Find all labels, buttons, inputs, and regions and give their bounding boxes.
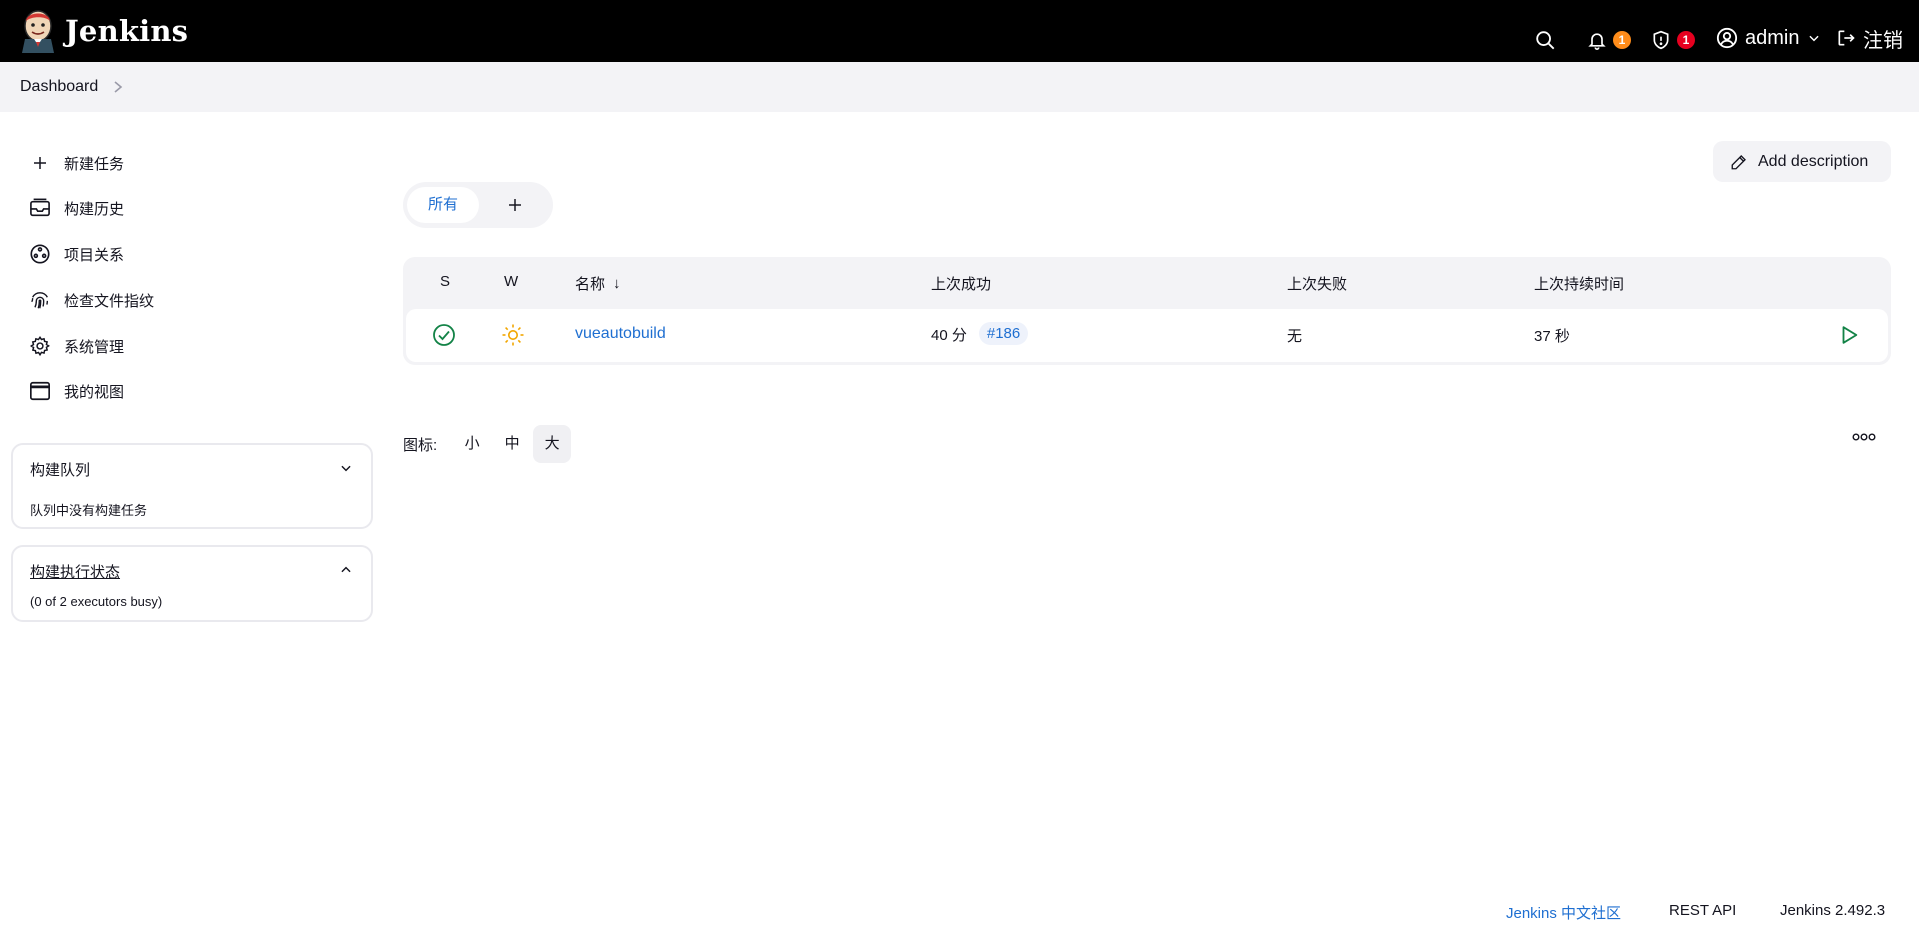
icon-size-large[interactable]: 大 <box>533 425 572 463</box>
executor-status-text: (0 of 2 executors busy) <box>30 594 163 609</box>
icon-size-label: 图标: <box>403 436 438 454</box>
last-duration-value: 37 秒 <box>1534 328 1570 345</box>
column-header-last-duration[interactable]: 上次持续时间 <box>1534 273 1624 294</box>
more-options-button[interactable] <box>1852 432 1876 442</box>
logout-label: 注销 <box>1863 29 1903 52</box>
security-button[interactable]: 1 <box>1651 20 1695 60</box>
chevron-right-icon[interactable] <box>112 80 124 94</box>
logout-icon <box>1838 30 1855 46</box>
sidebar-item-project-relationship[interactable]: 项目关系 <box>28 242 124 266</box>
plus-icon <box>509 199 521 211</box>
job-link[interactable]: vueautobuild <box>575 325 666 343</box>
notifications-badge: 1 <box>1613 31 1631 49</box>
column-header-last-success[interactable]: 上次成功 <box>931 273 991 294</box>
sidebar-item-new-job[interactable]: 新建任务 <box>28 151 124 175</box>
build-queue-panel: 构建队列 队列中没有构建任务 <box>11 443 373 529</box>
column-header-weather[interactable]: W <box>504 273 518 290</box>
sidebar-item-build-history[interactable]: 构建历史 <box>28 196 124 220</box>
shield-icon <box>1653 30 1669 50</box>
sidebar-item-label: 构建历史 <box>64 200 125 218</box>
brand-name: Jenkins <box>65 14 189 48</box>
jenkins-home-link[interactable]: Jenkins <box>19 9 188 53</box>
sidebar-item-fingerprint[interactable]: 检查文件指纹 <box>28 288 154 312</box>
executor-status-title[interactable]: 构建执行状态 <box>30 561 120 582</box>
top-header: Jenkins 1 1 admin 注销 <box>0 0 1919 62</box>
footer-community-link[interactable]: Jenkins 中文社区 <box>1506 902 1621 923</box>
bell-icon <box>1588 33 1606 50</box>
icon-size-selector: 图标: 小 中 大 <box>403 425 572 463</box>
sidebar-item-label: 系统管理 <box>64 338 125 356</box>
add-view-button[interactable] <box>501 191 529 219</box>
logout-button[interactable]: 注销 <box>1836 18 1903 58</box>
sidebar-item-label: 我的视图 <box>64 383 125 401</box>
column-header-status[interactable]: S <box>440 273 450 290</box>
build-number-link[interactable]: #186 <box>978 322 1029 345</box>
jenkins-logo-icon <box>19 9 57 53</box>
chevron-down-icon[interactable] <box>339 461 353 475</box>
footer-rest-api-link[interactable]: REST API <box>1669 902 1736 919</box>
column-header-last-failure[interactable]: 上次失败 <box>1287 273 1347 294</box>
icon-size-small[interactable]: 小 <box>453 425 491 463</box>
fingerprint-icon <box>28 288 52 312</box>
breadcrumb-dashboard[interactable]: Dashboard <box>20 78 98 96</box>
sidebar-item-manage-jenkins[interactable]: 系统管理 <box>28 334 124 358</box>
view-tabs: 所有 <box>403 182 553 228</box>
add-description-label: Add description <box>1758 152 1869 170</box>
weather-sunny-icon <box>501 323 525 347</box>
footer-version[interactable]: Jenkins 2.492.3 <box>1780 902 1885 919</box>
search-button[interactable] <box>1534 20 1556 60</box>
sidebar-item-label: 检查文件指纹 <box>64 292 155 310</box>
gear-icon <box>28 334 52 358</box>
last-success-cell: 40 分 #186 <box>931 322 1029 345</box>
search-icon <box>1536 31 1555 50</box>
user-avatar-icon <box>1716 27 1738 49</box>
table-row: vueautobuild 40 分 #186 无 37 秒 <box>406 309 1888 362</box>
last-failure-value: 无 <box>1287 328 1303 345</box>
column-header-name[interactable]: 名称 ↓ <box>575 273 621 294</box>
sidebar-item-label: 项目关系 <box>64 246 125 264</box>
build-queue-title: 构建队列 <box>30 462 91 479</box>
security-badge: 1 <box>1677 31 1695 49</box>
build-queue-empty-text: 队列中没有构建任务 <box>30 503 148 518</box>
chevron-up-icon[interactable] <box>339 563 353 577</box>
more-dots-icon <box>1852 433 1876 441</box>
window-icon <box>28 379 52 403</box>
add-description-button[interactable]: Add description <box>1713 141 1891 182</box>
column-header-name-label: 名称 <box>575 276 606 293</box>
icon-size-medium[interactable]: 中 <box>493 425 531 463</box>
breadcrumb: Dashboard <box>0 62 1919 112</box>
user-menu[interactable]: admin <box>1716 18 1821 58</box>
status-success-icon <box>432 323 456 347</box>
sidebar-item-my-views[interactable]: 我的视图 <box>28 379 124 403</box>
plus-icon <box>28 151 52 175</box>
sidebar-item-label: 新建任务 <box>64 155 125 173</box>
chevron-down-icon <box>1809 35 1820 42</box>
schedule-build-button[interactable] <box>1838 324 1860 346</box>
user-name: admin <box>1745 26 1800 49</box>
notifications-button[interactable]: 1 <box>1587 20 1631 60</box>
pencil-icon <box>1731 154 1746 169</box>
sort-arrow-icon: ↓ <box>613 275 621 292</box>
tab-all[interactable]: 所有 <box>407 187 479 223</box>
relationship-icon <box>28 242 52 266</box>
last-success-time: 40 分 <box>931 327 967 344</box>
history-icon <box>28 196 52 220</box>
jobs-table: S W 名称 ↓ 上次成功 上次失败 上次持续时间 vueautobuild 4… <box>403 257 1891 365</box>
play-icon <box>1842 326 1858 344</box>
executor-status-panel: 构建执行状态 (0 of 2 executors busy) <box>11 545 373 622</box>
